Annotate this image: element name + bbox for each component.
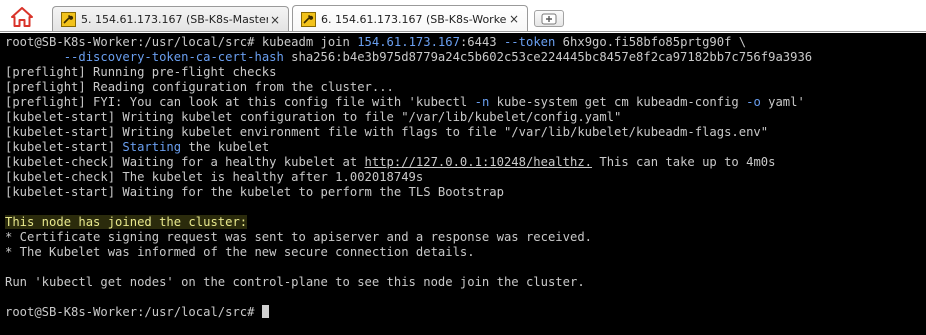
terminal-output[interactable]: root@SB-K8s-Worker:/usr/local/src# kubea… xyxy=(0,33,926,335)
command: kubeadm join xyxy=(261,35,358,49)
output-flag: -n xyxy=(474,95,490,109)
output-line: [kubelet-start] Waiting for the kubelet … xyxy=(5,185,504,199)
output-line: [preflight] Reading configuration from t… xyxy=(5,80,394,94)
highlighted-text: This node has joined the cluster: xyxy=(5,215,248,229)
tab-divider xyxy=(0,31,926,32)
new-tab-button[interactable] xyxy=(534,10,564,27)
port: :6443 xyxy=(459,35,504,49)
command-line: root@SB-K8s-Worker:/usr/local/src# kubea… xyxy=(5,35,926,50)
hash-flag: --discovery-token-ca-cert-hash xyxy=(63,50,284,64)
output-text: the kubelet xyxy=(181,140,270,154)
hash-value: sha256:b4e3b975d8779a24c5b602c53ce224445… xyxy=(283,50,813,64)
command-line-continued: --discovery-token-ca-cert-hash sha256:b4… xyxy=(5,50,926,65)
token-flag: --token xyxy=(503,35,556,49)
home-icon xyxy=(11,7,33,27)
token-value: 6hx9go.fi58bfo85prtg90f \ xyxy=(555,35,747,49)
tab-label: 6. 154.61.173.167 (SB-K8s-Worker xyxy=(321,12,507,26)
output-line: [kubelet-start] Writing kubelet configur… xyxy=(5,110,622,124)
output-line: [kubelet-check] The kubelet is healthy a… xyxy=(5,170,424,184)
healthz-link[interactable]: http://127.0.0.1:10248/healthz. xyxy=(365,155,592,169)
output-text: [preflight] FYI: You can look at this co… xyxy=(5,95,475,109)
prompt: root@SB-K8s-Worker:/usr/local/src# xyxy=(5,35,262,49)
output-text: [kubelet-check] Waiting for a healthy ku… xyxy=(5,155,365,169)
output-line: This node has joined the cluster: xyxy=(5,215,926,230)
output-line: * The Kubelet was informed of the new se… xyxy=(5,245,475,259)
output-line: [preflight] Running pre-flight checks xyxy=(5,65,277,79)
tab-close-button[interactable]: × xyxy=(268,13,282,27)
output-text: kube-system get cm kubeadm-config xyxy=(489,95,747,109)
terminal-key-icon xyxy=(301,11,316,27)
text-cursor xyxy=(261,305,269,318)
prompt-line[interactable]: root@SB-K8s-Worker:/usr/local/src# xyxy=(5,305,926,320)
output-line: [preflight] FYI: You can look at this co… xyxy=(5,95,926,110)
output-line: [kubelet-check] Waiting for a healthy ku… xyxy=(5,155,926,170)
master-ip: 154.61.173.167 xyxy=(357,35,460,49)
output-keyword: Starting xyxy=(122,140,182,154)
output-flag: -o xyxy=(746,95,761,109)
output-line: [kubelet-start] Starting the kubelet xyxy=(5,140,926,155)
tab-worker-session[interactable]: 6. 154.61.173.167 (SB-K8s-Worker × xyxy=(292,5,528,32)
tab-label: 5. 154.61.173.167 (SB-K8s-Master) xyxy=(81,13,268,26)
tab-bar: 5. 154.61.173.167 (SB-K8s-Master) × 6. 1… xyxy=(0,0,926,33)
tab-master-session[interactable]: 5. 154.61.173.167 (SB-K8s-Master) × xyxy=(52,6,289,32)
output-line: Run 'kubectl get nodes' on the control-p… xyxy=(5,275,585,289)
output-text: [kubelet-start] xyxy=(5,140,123,154)
terminal-key-icon xyxy=(61,12,76,27)
prompt: root@SB-K8s-Worker:/usr/local/src# xyxy=(5,305,262,319)
output-line: * Certificate signing request was sent t… xyxy=(5,230,592,244)
home-button[interactable] xyxy=(6,4,38,30)
tab-close-button[interactable]: × xyxy=(507,12,521,26)
output-line: [kubelet-start] Writing kubelet environm… xyxy=(5,125,769,139)
output-text: yaml' xyxy=(760,95,805,109)
output-text: This can take up to 4m0s xyxy=(592,155,776,169)
new-tab-icon xyxy=(541,13,557,24)
